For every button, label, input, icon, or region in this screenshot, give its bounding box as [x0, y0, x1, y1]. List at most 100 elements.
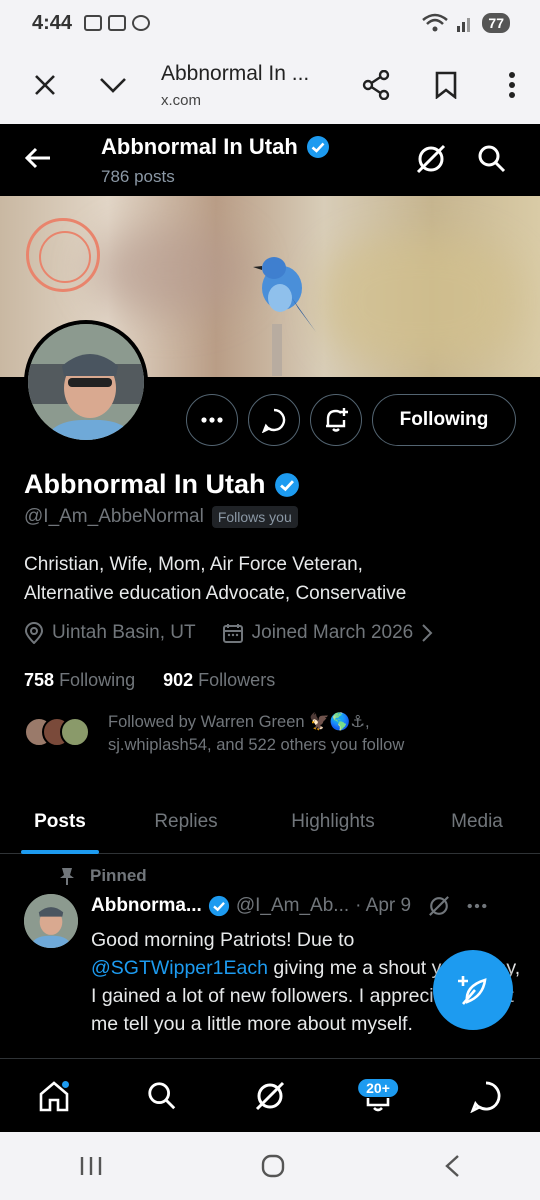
bell-plus-icon: [326, 408, 348, 432]
page-url: x.com: [161, 91, 202, 109]
bottom-navigation: 20+: [0, 1058, 540, 1132]
system-navigation-bar: [0, 1132, 540, 1200]
compose-post-button[interactable]: [433, 950, 513, 1030]
bookmark-button[interactable]: [418, 57, 474, 113]
browser-toolbar: Abbnormal In ... x.com: [0, 46, 540, 124]
message-button[interactable]: [248, 394, 300, 446]
post-count: 786 posts: [101, 167, 175, 186]
following-button[interactable]: Following: [372, 394, 516, 446]
status-bar: 4:44 77: [0, 0, 540, 46]
grok-icon[interactable]: [414, 142, 448, 176]
post-date: · Apr 9: [355, 895, 412, 916]
display-name-text: Abbnormal In Utah: [24, 469, 266, 499]
profile-tabs: Posts Replies Highlights Media: [0, 790, 540, 854]
profile-bio: Christian, Wife, Mom, Air Force Veteran,…: [24, 550, 524, 608]
back-arrow-icon[interactable]: [20, 140, 56, 176]
share-icon: [362, 70, 390, 100]
wifi-icon: [422, 13, 449, 32]
home-unread-dot: [61, 1079, 70, 1089]
verified-badge-icon: [208, 895, 229, 917]
calendar-icon: [222, 624, 243, 643]
more-vertical-icon: [509, 72, 515, 98]
search-icon: [148, 1081, 176, 1109]
notify-button[interactable]: [310, 394, 362, 446]
tab-replies[interactable]: Replies: [120, 790, 252, 854]
followers-count-link[interactable]: 902 Followers: [163, 670, 275, 691]
globe-icon: [132, 15, 151, 31]
grok-icon[interactable]: [427, 894, 451, 918]
profile-header-bar: Abbnormal In Utah 786 posts: [0, 124, 540, 196]
follow-counts: 758 Following 902 Followers: [24, 670, 275, 691]
nav-messages[interactable]: [456, 1066, 516, 1126]
nav-explore[interactable]: [132, 1066, 192, 1126]
grok-icon: [255, 1081, 285, 1110]
calendar-icon: [108, 15, 127, 31]
search-icon[interactable]: [475, 142, 509, 176]
post-author-avatar[interactable]: [24, 894, 78, 948]
pinned-indicator: Pinned: [58, 866, 147, 886]
bookmark-icon: [435, 71, 457, 99]
nav-home[interactable]: [24, 1066, 84, 1126]
profile-avatar[interactable]: [24, 320, 148, 444]
profile-handle: @I_Am_AbbeNormal: [24, 506, 204, 527]
tab-media[interactable]: Media: [414, 790, 540, 854]
followed-by-text: Followed by Warren Green 🦅🌎⚓, sj.whiplas…: [108, 713, 405, 754]
location: Uintah Basin, UT: [24, 622, 196, 644]
joined-date[interactable]: Joined March 2026: [222, 622, 434, 644]
chat-bubble-icon: [470, 1080, 501, 1113]
profile-meta: Uintah Basin, UT Joined March 2026: [24, 622, 433, 644]
location-text: Uintah Basin, UT: [52, 622, 196, 643]
page-title: Abbnormal In ...: [161, 61, 310, 85]
verified-badge-icon: [274, 472, 299, 497]
bio-line: Alternative education Advocate, Conserva…: [24, 583, 407, 604]
bluebird-photo: [253, 257, 316, 376]
page-info[interactable]: Abbnormal In ... x.com: [161, 62, 348, 109]
followers-you-know[interactable]: Followed by Warren Green 🦅🌎⚓, sj.whiplas…: [24, 711, 404, 757]
home-button-icon[interactable]: [260, 1153, 286, 1179]
avatar: [60, 717, 90, 747]
followers-label: Followers: [198, 670, 276, 690]
following-count: 758: [24, 670, 55, 690]
mention-link[interactable]: @SGTWipper1Each: [91, 957, 268, 979]
handle-row: @I_Am_AbbeNormal Follows you: [24, 506, 298, 528]
joined-text: Joined March 2026: [251, 622, 414, 643]
compose-feather-icon: [458, 976, 487, 1005]
close-tab-button[interactable]: [17, 57, 73, 113]
minimize-tab-button[interactable]: [85, 57, 141, 113]
tab-posts[interactable]: Posts: [0, 790, 120, 854]
chevron-right-icon: [422, 624, 433, 642]
following-count-link[interactable]: 758 Following: [24, 670, 135, 691]
following-label: Following: [59, 670, 136, 690]
status-time: 4:44: [32, 11, 73, 34]
header-title: Abbnormal In Utah: [101, 134, 330, 160]
chat-bubble-icon: [261, 408, 286, 433]
display-name: Abbnormal In Utah: [24, 469, 300, 500]
chevron-down-icon: [100, 78, 126, 93]
bio-line: Christian, Wife, Mom, Air Force Veteran,: [24, 554, 363, 575]
recent-apps-icon[interactable]: [78, 1155, 104, 1177]
back-icon[interactable]: [442, 1153, 462, 1179]
location-pin-icon: [24, 622, 44, 644]
mutual-avatars: [24, 717, 96, 757]
followers-count: 902: [163, 670, 194, 690]
more-horizontal-icon: [201, 417, 223, 423]
post-author-name[interactable]: Abbnorma...: [91, 895, 202, 917]
header-name: Abbnormal In Utah: [101, 134, 298, 159]
more-horizontal-icon[interactable]: [467, 903, 487, 909]
pin-icon: [60, 868, 74, 885]
overflow-menu-button[interactable]: [484, 57, 540, 113]
battery-indicator: 77: [482, 13, 510, 33]
signal-icon: [457, 18, 471, 32]
nav-grok[interactable]: [240, 1066, 300, 1126]
notification-icons: [84, 15, 151, 31]
pinned-label: Pinned: [90, 866, 147, 885]
photography-watermark: [26, 218, 100, 292]
share-button[interactable]: [348, 57, 404, 113]
more-options-button[interactable]: [186, 394, 238, 446]
avatar-photo: [28, 324, 144, 440]
nav-notifications[interactable]: 20+: [348, 1066, 408, 1126]
verified-badge-icon: [306, 136, 329, 158]
tab-highlights[interactable]: Highlights: [252, 790, 414, 854]
close-icon: [35, 75, 55, 95]
post-header: Abbnorma... @I_Am_Ab... · Apr 9: [91, 894, 521, 918]
